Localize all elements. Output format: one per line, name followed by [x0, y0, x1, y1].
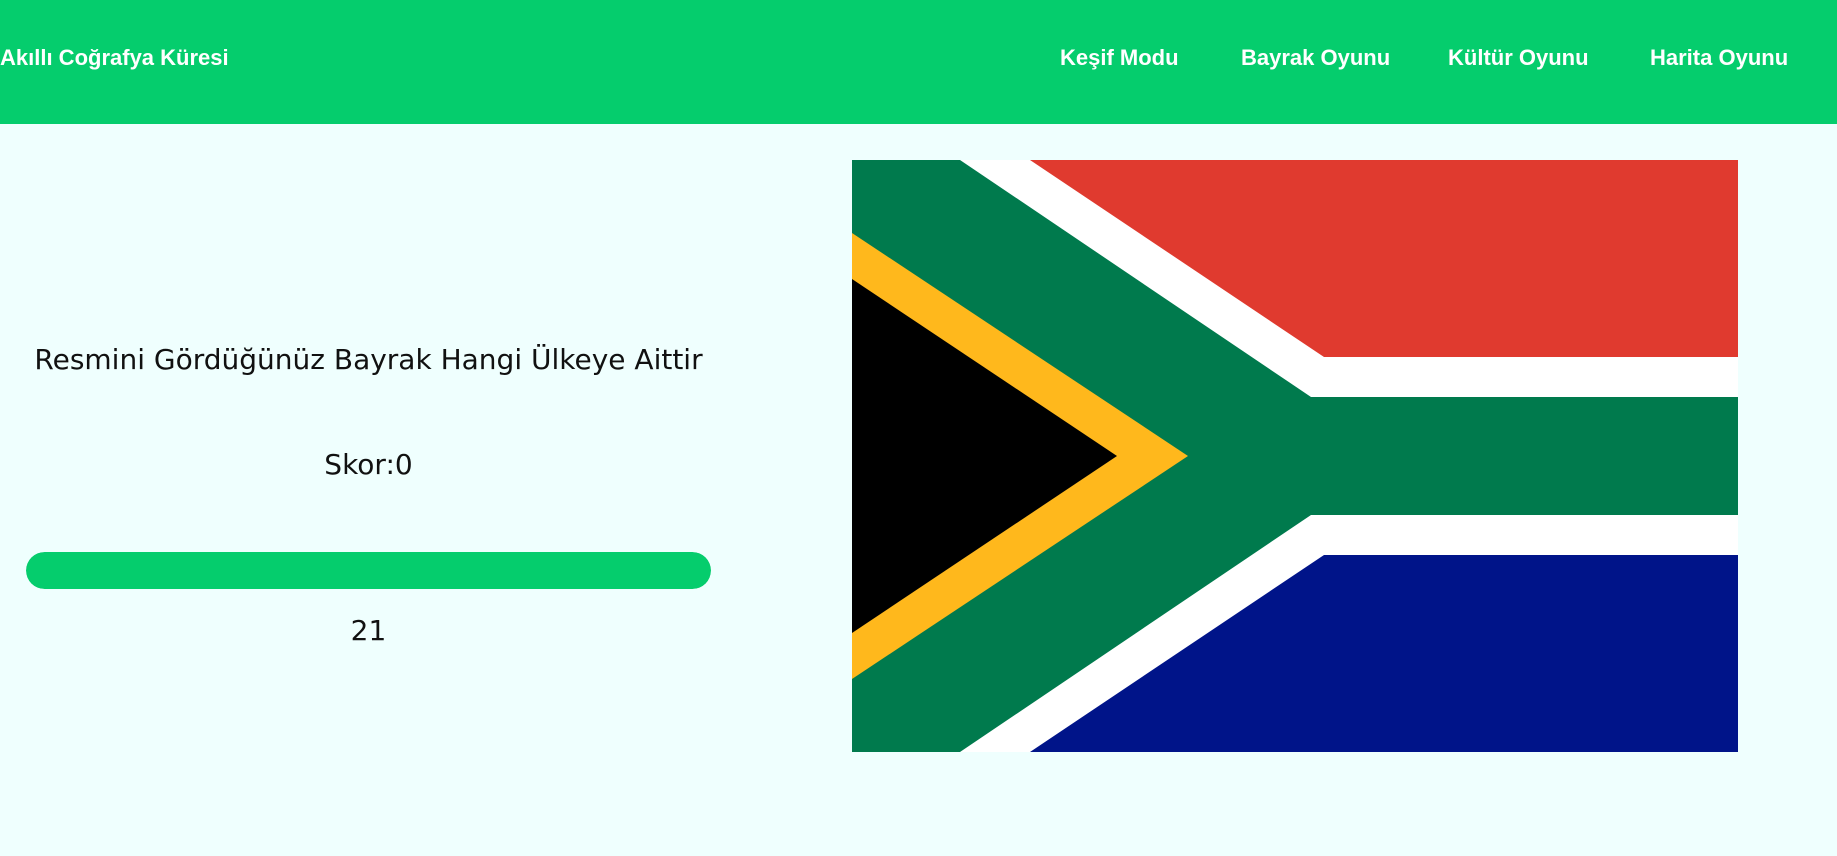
- brand-logo-text[interactable]: Akıllı Coğrafya Küresi: [0, 44, 229, 72]
- flag-image: [852, 160, 1738, 752]
- nav-link-bayrak-oyunu[interactable]: Bayrak Oyunu: [1241, 44, 1390, 72]
- nav-link-kultur-oyunu[interactable]: Kültür Oyunu: [1448, 44, 1589, 72]
- nav-link-kesif-modu[interactable]: Keşif Modu: [1060, 44, 1179, 72]
- question-text: Resmini Gördüğünüz Bayrak Hangi Ülkeye A…: [34, 343, 703, 376]
- timer-progress-bar: [26, 552, 711, 589]
- timer-countdown: 21: [350, 614, 387, 647]
- south-africa-flag: [852, 160, 1738, 752]
- nav-link-harita-oyunu[interactable]: Harita Oyunu: [1650, 44, 1788, 72]
- top-navbar: Akıllı Coğrafya Küresi Keşif Modu Bayrak…: [0, 0, 1837, 124]
- score-text: Skor:0: [324, 448, 413, 481]
- timer-progress-fill: [26, 552, 711, 589]
